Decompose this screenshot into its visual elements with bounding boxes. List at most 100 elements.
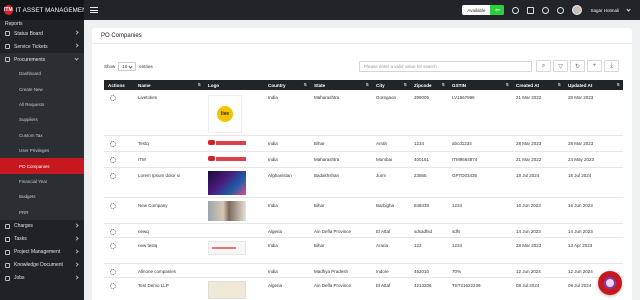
gear-icon[interactable]	[110, 156, 116, 163]
column-header-label: City	[376, 82, 385, 88]
notification-icon[interactable]	[557, 6, 565, 14]
created-cell: 14 Jun 2023	[512, 223, 564, 238]
submenu-item[interactable]: PO Companies	[0, 158, 84, 174]
sort-icon: ⇅	[616, 82, 620, 87]
updated-cell: 16 Jun 2023	[564, 197, 623, 224]
gear-icon[interactable]	[110, 172, 116, 179]
actions-cell	[104, 135, 134, 152]
sidebar-item-label: Charges	[14, 223, 33, 230]
sidebar: ITM IT ASSET MANAGEMENT Reports Status Bo…	[0, 0, 90, 300]
column-header: Logo	[204, 80, 264, 90]
submenu-item[interactable]: Suppliers	[0, 112, 84, 127]
zip-cell: 1234	[410, 135, 448, 152]
user-name[interactable]: Sagar Hotmali	[590, 8, 619, 13]
column-header-label: Actions	[108, 82, 125, 88]
gstin-cell: 1234	[448, 197, 512, 224]
settings-icon[interactable]	[542, 6, 550, 14]
sidebar-item[interactable]: Tasks	[0, 233, 84, 246]
country-cell: Algeria	[264, 223, 310, 238]
itm-wordmark	[216, 156, 246, 161]
country-cell: Afghanistan	[264, 167, 310, 198]
column-header[interactable]: Updated At ⇅	[564, 80, 623, 90]
sidebar-nav: Reports Status Board Service Tickets Procur…	[0, 20, 84, 285]
column-header[interactable]: State ⇅	[310, 80, 372, 90]
search-button[interactable]: ⌕	[536, 60, 551, 72]
submenu-item[interactable]: Budgets	[0, 189, 84, 204]
download-button[interactable]: ⤓	[604, 60, 619, 72]
submenu-item[interactable]: Dashboard	[0, 66, 84, 81]
company-logo-image	[208, 200, 246, 221]
menu-toggle-icon[interactable]	[90, 6, 98, 15]
logo-cell: live	[204, 90, 264, 136]
po-companies-card: PO Companies Show 10 entries Please ente…	[92, 28, 632, 300]
gear-icon[interactable]	[110, 242, 116, 249]
download-icon: ⤓	[610, 62, 613, 69]
column-header-label: Zipcode	[414, 82, 432, 88]
grid-icon[interactable]	[527, 6, 535, 14]
sidebar-item-reports[interactable]: Reports	[0, 20, 84, 27]
city-cell: Indore	[372, 263, 410, 278]
add-button[interactable]: +	[587, 60, 602, 72]
brand[interactable]: ITM IT ASSET MANAGEMENT	[0, 0, 90, 20]
state-cell: Maharashtra	[310, 90, 372, 136]
column-header[interactable]: GSTIN ⇅	[448, 80, 512, 90]
name-cell: Livetoken	[134, 90, 204, 136]
globe-icon[interactable]	[512, 6, 520, 14]
state-cell: Ain Defla Province	[310, 277, 372, 300]
sidebar-item[interactable]: Charges	[0, 220, 84, 233]
sidebar-item[interactable]: Jobs	[0, 272, 84, 285]
entries-select[interactable]: 10	[118, 61, 137, 71]
sidebar-item[interactable]: Procurements	[0, 53, 84, 66]
gear-icon[interactable]	[110, 268, 116, 275]
sidebar-item[interactable]: Knowledge Document	[0, 259, 84, 272]
filter-button[interactable]: ▽	[553, 60, 568, 72]
sidebar-item-label: Jobs	[14, 275, 25, 282]
sidebar-item-label: Service Tickets	[14, 43, 48, 50]
zip-cell: 4213206	[410, 277, 448, 300]
city-cell: Araria	[372, 237, 410, 264]
submenu-item[interactable]: All Requests	[0, 97, 84, 112]
sidebar-item[interactable]: Service Tickets	[0, 40, 84, 53]
search-input[interactable]: Please enter a valid value for search	[359, 61, 532, 72]
chevron-icon	[74, 275, 79, 280]
sort-icon: ⇅	[403, 82, 407, 87]
company-logo-itm	[208, 139, 246, 146]
column-header[interactable]: Country ⇅	[264, 80, 310, 90]
submenu-item[interactable]: Financial Year	[0, 174, 84, 189]
gear-icon[interactable]	[110, 95, 116, 101]
availability-toggle[interactable]: Available ⇦	[462, 5, 505, 15]
refresh-button[interactable]: ↻	[570, 60, 585, 72]
gear-icon[interactable]	[110, 282, 116, 289]
submenu-item[interactable]: Create New	[0, 81, 84, 96]
sidebar-item-label: Procurements	[14, 56, 46, 63]
zip-cell: 399005	[410, 90, 448, 136]
column-header-label: Logo	[208, 82, 220, 88]
state-cell: Bihar	[310, 135, 372, 152]
sidebar-item[interactable]: Project Management	[0, 246, 84, 259]
company-logo-image	[208, 170, 246, 195]
sidebar-item-label: Knowledge Document	[14, 262, 63, 269]
submenu-item[interactable]: User Privileges	[0, 143, 84, 158]
gear-icon[interactable]	[110, 202, 116, 209]
created-cell: 16 Jun 2023	[512, 197, 564, 224]
chevron-down-icon[interactable]	[626, 6, 631, 12]
actions-cell	[104, 237, 134, 264]
submenu-item[interactable]: Custom Tax	[0, 128, 84, 143]
gstin-cell: LV1567996	[448, 90, 512, 136]
zip-cell: sdsadfsd	[410, 223, 448, 238]
avatar[interactable]	[572, 5, 583, 15]
actions-cell	[104, 277, 134, 300]
logo-cell	[204, 277, 264, 300]
country-cell: India	[264, 263, 310, 278]
table-row: Livetoken live India Maharashtra Goregaon 399…	[104, 90, 623, 136]
column-header[interactable]: Name ⇅	[134, 80, 204, 90]
created-cell: 21 Mar 2022	[512, 151, 564, 168]
column-header[interactable]: Zipcode ⇅	[410, 80, 448, 90]
submenu-item[interactable]: PRR	[0, 205, 84, 220]
gear-icon[interactable]	[110, 228, 116, 235]
column-header[interactable]: Created At ⇅	[512, 80, 564, 90]
sidebar-item[interactable]: Status Board	[0, 27, 84, 40]
chat-assistant-button[interactable]	[598, 271, 622, 295]
gear-icon[interactable]	[110, 140, 116, 147]
column-header[interactable]: City ⇅	[372, 80, 410, 90]
